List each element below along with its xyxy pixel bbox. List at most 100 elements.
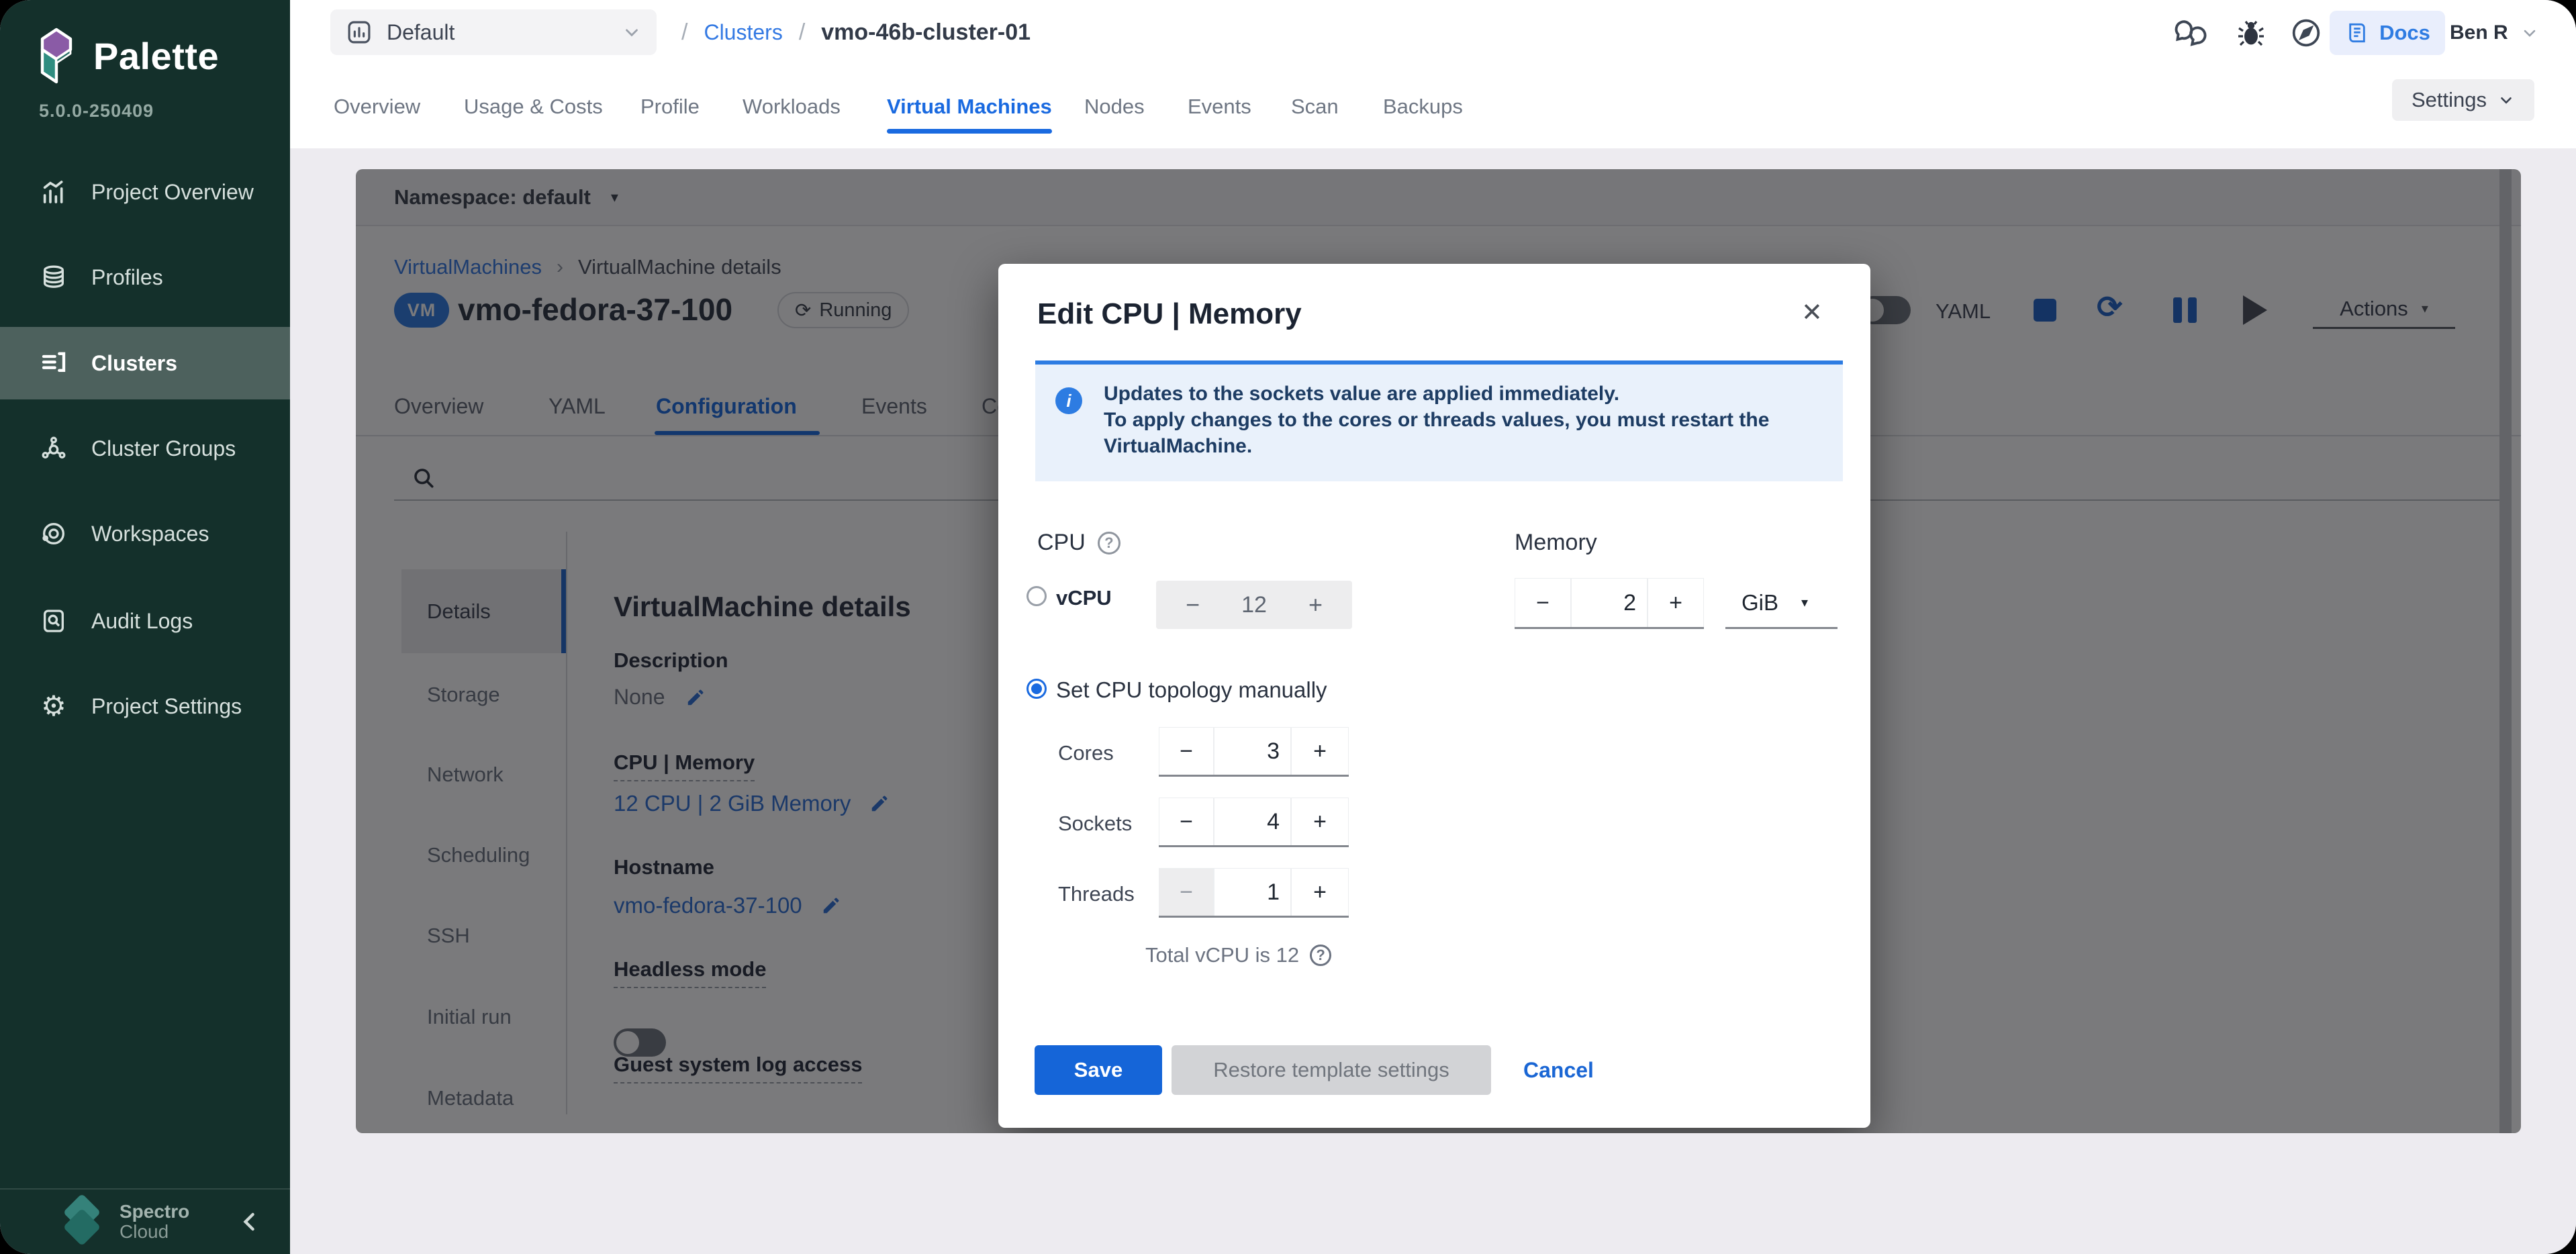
info-banner-text: Updates to the sockets value are applied…: [1104, 381, 1824, 459]
cores-label: Cores: [1058, 741, 1114, 765]
sidebar-item-clusters[interactable]: Clusters: [0, 327, 290, 399]
sidebar-item-workspaces[interactable]: Workspaces: [0, 497, 290, 570]
cluster-tabs: Overview Usage & Costs Profile Workloads…: [290, 65, 2576, 148]
tab-backups[interactable]: Backups: [1383, 65, 1463, 148]
breadcrumb-separator: /: [681, 19, 687, 46]
tab-nodes[interactable]: Nodes: [1084, 65, 1145, 148]
vcpu-stepper: − 12 +: [1156, 581, 1352, 629]
sockets-stepper: − 4 +: [1159, 798, 1349, 847]
minus-button[interactable]: −: [1159, 868, 1214, 916]
close-icon[interactable]: ✕: [1801, 297, 1823, 328]
layers-icon: [40, 264, 67, 291]
palette-logo-icon: [37, 27, 76, 85]
help-icon[interactable]: ?: [1098, 532, 1120, 554]
tab-workloads[interactable]: Workloads: [743, 65, 841, 148]
book-icon: [2344, 20, 2370, 46]
memory-unit-select[interactable]: GiB ▾: [1725, 578, 1838, 629]
clusters-list-icon: [40, 350, 67, 377]
cpu-section-label-row: CPU ?: [1037, 530, 1120, 556]
sidebar: Palette 5.0.0-250409 Project Overview Pr…: [0, 0, 290, 1254]
tab-scan[interactable]: Scan: [1291, 65, 1339, 148]
settings-button[interactable]: Settings: [2392, 79, 2534, 121]
spectro-cloud-wordmark: Spectro Cloud: [120, 1202, 189, 1242]
user-menu[interactable]: Ben R: [2450, 0, 2539, 65]
plus-button[interactable]: +: [1291, 868, 1349, 916]
audit-search-icon: [40, 608, 67, 634]
app-window: Palette 5.0.0-250409 Project Overview Pr…: [0, 0, 2576, 1254]
project-selector[interactable]: Default: [330, 9, 657, 55]
bar-chart-icon: [40, 179, 67, 205]
save-button[interactable]: Save: [1035, 1045, 1162, 1095]
edit-cpu-memory-modal: Edit CPU | Memory ✕ i Updates to the soc…: [998, 264, 1870, 1128]
minus-button[interactable]: −: [1159, 798, 1214, 845]
caret-down-icon: ▾: [1801, 594, 1808, 611]
vcpu-value: 12: [1241, 592, 1267, 618]
modal-title: Edit CPU | Memory: [1037, 297, 1302, 331]
cores-value[interactable]: 3: [1214, 727, 1291, 775]
breadcrumb-clusters-link[interactable]: Clusters: [704, 20, 782, 45]
docs-button[interactable]: Docs: [2330, 11, 2445, 55]
total-vcpu-row: Total vCPU is 12 ?: [1145, 943, 1331, 967]
chevron-down-icon: [2520, 23, 2539, 42]
sockets-value[interactable]: 4: [1214, 798, 1291, 845]
bug-report-icon[interactable]: [2235, 17, 2267, 50]
vm-details-panel: Namespace: default ▾ VirtualMachines › V…: [356, 169, 2521, 1133]
memory-value[interactable]: 2: [1571, 578, 1648, 627]
tab-virtual-machines[interactable]: Virtual Machines: [887, 65, 1052, 148]
sidebar-item-label: Project Settings: [91, 694, 242, 719]
docs-label: Docs: [2379, 21, 2430, 45]
sidebar-item-project-settings[interactable]: ⚙ Project Settings: [0, 670, 290, 742]
sidebar-item-label: Profiles: [91, 265, 163, 290]
memory-unit-value: GiB: [1742, 590, 1778, 616]
sidebar-divider: [0, 1188, 290, 1190]
tab-usage-costs[interactable]: Usage & Costs: [464, 65, 603, 148]
vcpu-radio-label: vCPU: [1056, 586, 1112, 610]
chat-feedback-icon[interactable]: [2173, 16, 2208, 51]
sidebar-item-label: Clusters: [91, 351, 177, 376]
spectro-cloud-logo: [64, 1199, 105, 1242]
restore-template-button[interactable]: Restore template settings: [1172, 1045, 1491, 1095]
info-line-2: To apply changes to the cores or threads…: [1104, 407, 1824, 459]
vcpu-radio[interactable]: [1027, 586, 1047, 606]
sidebar-item-project-overview[interactable]: Project Overview: [0, 156, 290, 228]
compass-icon[interactable]: [2289, 16, 2323, 50]
project-icon: [345, 18, 373, 46]
minus-button[interactable]: −: [1515, 578, 1571, 627]
memory-label: Memory: [1515, 530, 1597, 556]
topbar: Default / Clusters / vmo-46b-cluster-01: [290, 0, 2576, 65]
sidebar-item-label: Workspaces: [91, 522, 209, 546]
sidebar-item-profiles[interactable]: Profiles: [0, 241, 290, 314]
sidebar-item-label: Audit Logs: [91, 609, 193, 634]
topology-radio[interactable]: [1027, 679, 1047, 699]
sidebar-collapse-icon[interactable]: [235, 1207, 265, 1237]
minus-button[interactable]: −: [1186, 591, 1200, 619]
orbit-icon: [40, 520, 67, 547]
help-icon[interactable]: ?: [1310, 945, 1331, 966]
info-line-1: Updates to the sockets value are applied…: [1104, 381, 1824, 407]
chevron-down-icon: [622, 22, 642, 42]
tab-overview[interactable]: Overview: [334, 65, 420, 148]
memory-stepper: − 2 +: [1515, 578, 1704, 629]
sidebar-item-label: Cluster Groups: [91, 436, 236, 461]
user-name: Ben R: [2450, 21, 2508, 44]
chevron-down-icon: [2497, 91, 2515, 109]
topology-radio-label: Set CPU topology manually: [1056, 677, 1327, 703]
plus-button[interactable]: +: [1648, 578, 1704, 627]
tab-events[interactable]: Events: [1188, 65, 1251, 148]
sidebar-item-audit-logs[interactable]: Audit Logs: [0, 585, 290, 657]
minus-button[interactable]: −: [1159, 727, 1214, 775]
threads-stepper: − 1 +: [1159, 868, 1349, 918]
threads-value[interactable]: 1: [1214, 868, 1291, 916]
sidebar-item-cluster-groups[interactable]: Cluster Groups: [0, 412, 290, 485]
cores-stepper: − 3 +: [1159, 727, 1349, 777]
tab-profile[interactable]: Profile: [640, 65, 700, 148]
threads-label: Threads: [1058, 882, 1135, 906]
plus-button[interactable]: +: [1291, 798, 1349, 845]
plus-button[interactable]: +: [1308, 591, 1323, 619]
cancel-button[interactable]: Cancel: [1523, 1045, 1594, 1095]
network-icon: [40, 435, 67, 462]
plus-button[interactable]: +: [1291, 727, 1349, 775]
info-icon: i: [1055, 387, 1082, 414]
total-vcpu-text: Total vCPU is 12: [1145, 943, 1299, 967]
app-version: 5.0.0-250409: [39, 101, 154, 122]
